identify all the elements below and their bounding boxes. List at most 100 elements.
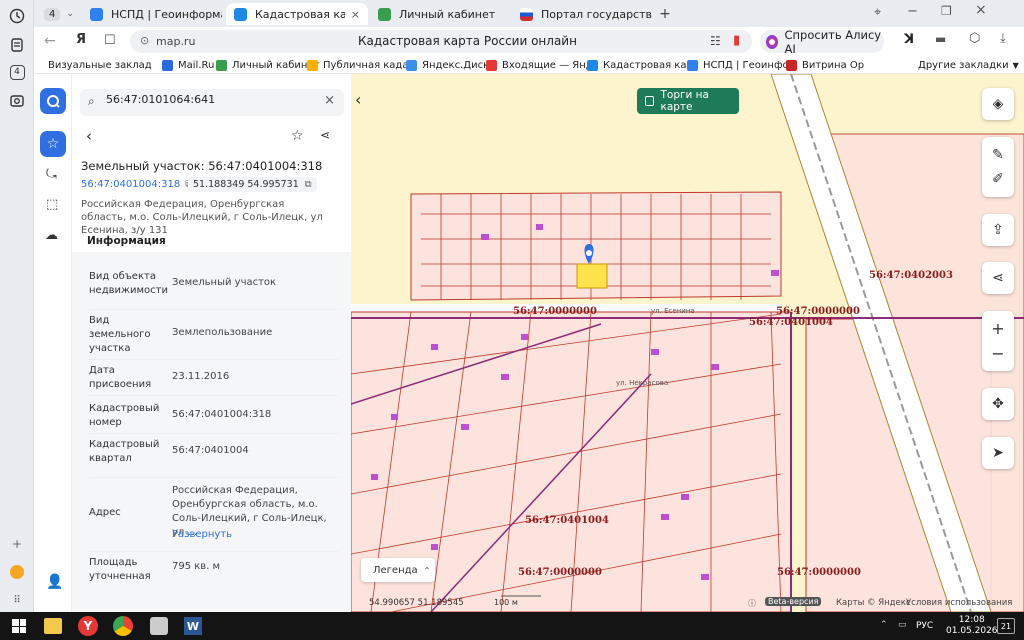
- browser-side-rail: 4 + ⠿: [0, 0, 34, 612]
- site-info-icon[interactable]: ⊙: [140, 34, 149, 47]
- file-explorer-icon[interactable]: [44, 618, 62, 634]
- tabs-counter-button[interactable]: 4 ⌄: [36, 3, 74, 25]
- mailru-icon: [162, 59, 173, 71]
- favorites-star-icon[interactable]: ☆: [40, 131, 66, 157]
- zoom-in-icon[interactable]: +: [991, 319, 1004, 338]
- ask-alice-button[interactable]: Спросить Алису AI: [760, 28, 884, 56]
- route-icon[interactable]: ⤿: [46, 167, 57, 182]
- yandex-logo-icon[interactable]: Я: [76, 32, 86, 47]
- quarter-label: 56:47:0000000: [776, 306, 860, 317]
- network-icon[interactable]: ▭: [898, 620, 907, 630]
- new-tab-button[interactable]: +: [654, 3, 676, 25]
- cadnum-link[interactable]: 56:47:0401004:318 ⧉: [81, 179, 192, 190]
- downloads-icon[interactable]: ▬: [935, 32, 946, 46]
- tab-gosuslugi[interactable]: Портал государственных: [512, 3, 652, 25]
- row-key: Дата присвоения: [89, 365, 152, 390]
- mail-icon[interactable]: [5, 560, 29, 584]
- chevron-down-icon: ▼: [1012, 60, 1019, 70]
- search-input[interactable]: [106, 93, 306, 106]
- vpn-icon[interactable]: ⌖: [874, 5, 881, 20]
- beta-badge[interactable]: Beta-версия: [765, 597, 822, 606]
- cadastral-map-icon: [587, 59, 598, 71]
- solitaire-icon[interactable]: [150, 617, 168, 635]
- clock[interactable]: 12:08 01.05.2026: [946, 615, 998, 637]
- cloud-icon[interactable]: ☁: [45, 228, 58, 243]
- parcel-title: Земельный участок: 56:47:0401004:318: [81, 159, 323, 173]
- yandex-browser-icon[interactable]: Y: [78, 616, 98, 636]
- close-tab-icon[interactable]: ×: [351, 8, 360, 21]
- info-icon[interactable]: ⓘ: [748, 598, 756, 609]
- bookmark-other[interactable]: Другие закладки ▼: [918, 57, 1019, 73]
- bookmark-page-icon[interactable]: ☐: [104, 33, 116, 48]
- yandex-disk-icon: [406, 59, 417, 71]
- apps-grid-icon[interactable]: ⠿: [5, 588, 29, 612]
- terms-link[interactable]: Условия использования: [906, 598, 1012, 608]
- maximize-window-icon[interactable]: ❐: [941, 4, 952, 18]
- minimize-window-icon[interactable]: −: [907, 4, 918, 19]
- bookmark-nspd[interactable]: НСПД | Геоинфор: [687, 57, 795, 73]
- share-map-icon[interactable]: ⋖: [982, 262, 1014, 294]
- windows-start-icon[interactable]: [12, 619, 26, 633]
- pencil-icon[interactable]: ✎: [992, 147, 1004, 163]
- gosuslugi-favicon-icon: [520, 7, 533, 21]
- parcel-info-panel: ⌕ × ‹ ☆ ⋖ Земельный участок: 56:47:04010…: [72, 74, 351, 612]
- coords-chip[interactable]: 51.188349 54.995731 ⧉: [188, 177, 317, 192]
- auction-toggle-button[interactable]: Торги на карте: [637, 88, 739, 114]
- bookmark-visual[interactable]: Визуальные заклад: [48, 57, 152, 73]
- bookmark-cadastral-map[interactable]: Кадастровая карт: [587, 57, 699, 73]
- word-icon[interactable]: W: [184, 617, 202, 635]
- chrome-icon[interactable]: [113, 616, 133, 636]
- layers-icon[interactable]: ◈: [982, 88, 1014, 120]
- share-icon[interactable]: ⋖: [320, 128, 330, 142]
- windows-taskbar: Y W ⌃ ▭ РУС 12:08 01.05.2026 21: [0, 612, 1024, 640]
- copy-coords-icon[interactable]: ⧉: [305, 179, 312, 190]
- favorite-star-icon[interactable]: ☆: [291, 128, 304, 144]
- tab-bar: 4 ⌄ НСПД | Геоинформацион Кадастровая ка…: [34, 0, 1024, 27]
- edit-box-icon[interactable]: ✐: [992, 171, 1004, 187]
- bookmark-flag-icon[interactable]: ▮: [733, 33, 740, 48]
- pan-icon[interactable]: ✥: [982, 388, 1014, 420]
- clear-search-icon[interactable]: ×: [324, 93, 335, 108]
- legend-button[interactable]: Легенда ⌃: [361, 558, 435, 582]
- nspd-favicon-icon: [90, 7, 103, 21]
- omnibox[interactable]: ⊙ map.ru Кадастровая карта России онлайн…: [130, 30, 752, 53]
- download-arrow-icon[interactable]: ⤓: [1000, 31, 1006, 46]
- cabinet-favicon-icon: [378, 7, 391, 21]
- map-view[interactable]: ‹ Торги на карте 56:47:0402003 56:47:000…: [351, 74, 1024, 612]
- bookmark-inbox[interactable]: Входящие — Янд: [486, 57, 593, 73]
- row-key: Адрес: [89, 507, 121, 518]
- bookmark-cabinet[interactable]: Личный кабинет: [216, 57, 319, 73]
- extension-k-icon[interactable]: ꓘ: [904, 32, 914, 47]
- user-profile-icon[interactable]: 👤: [46, 574, 63, 590]
- cloud-upload-icon[interactable]: ⇪: [982, 214, 1014, 246]
- bookmark-vitrina[interactable]: Витрина Ор: [786, 57, 864, 73]
- tab-cadastral-map[interactable]: Кадастровая карта Рос ×: [226, 3, 368, 25]
- history-icon[interactable]: [5, 4, 29, 28]
- close-window-icon[interactable]: ×: [975, 2, 987, 18]
- bookmark-mailru[interactable]: Mail.Ru: [162, 57, 214, 73]
- geolocation-icon[interactable]: ➤: [982, 437, 1014, 469]
- add-panel-icon[interactable]: +: [5, 532, 29, 556]
- select-area-icon[interactable]: ⬚: [46, 197, 58, 212]
- back-arrow-icon[interactable]: ‹: [86, 127, 92, 145]
- cabinet-icon: [216, 59, 227, 71]
- collapse-panel-icon[interactable]: ‹: [355, 90, 361, 109]
- back-arrow-icon[interactable]: ←: [44, 33, 56, 49]
- collections-icon[interactable]: [5, 33, 29, 57]
- app-logo-icon[interactable]: [40, 88, 66, 114]
- lang-indicator[interactable]: РУС: [916, 621, 933, 631]
- bookmark-public-cadastral[interactable]: Публичная када: [307, 57, 408, 73]
- tab-counter-button[interactable]: 4: [5, 60, 29, 84]
- reader-icon[interactable]: ☷: [710, 34, 721, 48]
- zoom-out-icon[interactable]: −: [991, 344, 1004, 363]
- tab-nspd[interactable]: НСПД | Геоинформацион: [82, 3, 222, 25]
- expand-address-link[interactable]: Развернуть: [172, 528, 337, 542]
- tab-personal-cabinet[interactable]: Личный кабинет: [370, 3, 510, 25]
- screenshot-icon[interactable]: [5, 89, 29, 113]
- notifications-badge[interactable]: 21: [997, 618, 1015, 634]
- row-value: 795 кв. м: [172, 561, 221, 572]
- row-key: Кадастровый квартал: [89, 439, 160, 464]
- bookmark-yandex-disk[interactable]: Яндекс.Диск: [406, 57, 489, 73]
- extensions-icon[interactable]: ⬡: [969, 31, 980, 46]
- tray-chevron-icon[interactable]: ⌃: [880, 620, 888, 630]
